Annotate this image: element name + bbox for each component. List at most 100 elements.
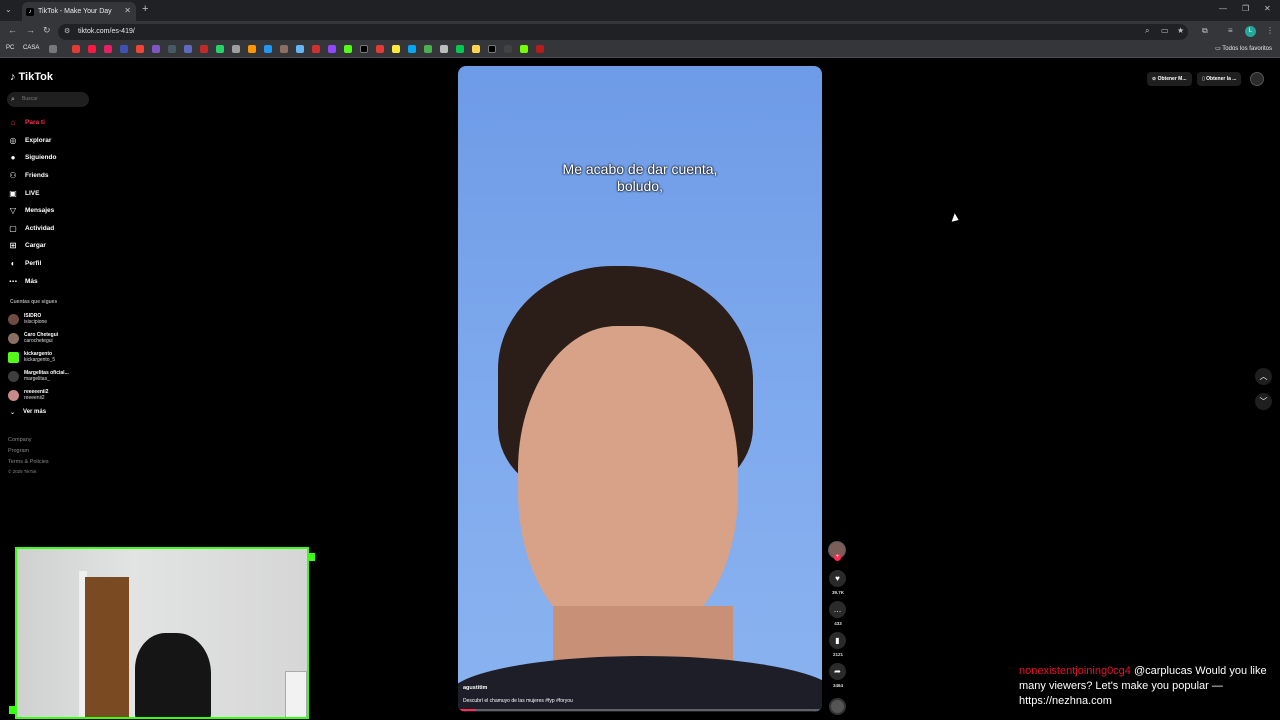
video-player[interactable]: Me acabo de dar cuenta, boludo, agustiti… [458, 66, 822, 712]
following-account[interactable]: reeeeenii2 reeeenii2 [8, 386, 98, 404]
share-count: 3464 [832, 683, 843, 688]
bookmark-icon[interactable] [344, 45, 352, 53]
window-close-icon[interactable]: ✕ [1264, 4, 1271, 13]
tiktok-note-icon: ♪ [10, 71, 16, 83]
bookmark-icon[interactable] [312, 45, 320, 53]
video-description[interactable]: Descubrí el chamuyo de las mujeres #fyp … [463, 698, 573, 704]
nav-label: Mensajes [25, 207, 55, 215]
bookmark-icon[interactable] [424, 45, 432, 53]
share-icon[interactable]: ➦ [829, 663, 846, 680]
next-video-chevron-down-icon[interactable]: ﹀ [1255, 393, 1272, 410]
nav-item-explorar[interactable]: ◎ Explorar [8, 132, 98, 150]
ver-mas-button[interactable]: ⌄ Ver más [10, 409, 46, 416]
following-account[interactable]: Margelitas oficial... margelitas_ [8, 367, 98, 385]
like-heart-icon[interactable]: ♥ [829, 570, 846, 587]
nav-item-mensajes[interactable]: ▽ Mensajes [8, 202, 98, 220]
bookmark-star-icon[interactable]: ★ [1177, 26, 1184, 35]
minimize-icon[interactable]: — [1219, 4, 1227, 13]
bookmark-icon[interactable] [488, 45, 496, 53]
avatar [8, 313, 19, 325]
tiktok-logo[interactable]: ♪ TikTok [10, 71, 53, 83]
nav-item-perfil[interactable]: ◐ Perfil [8, 255, 98, 273]
new-tab-icon[interactable]: + [142, 3, 148, 15]
follow-plus-icon[interactable]: + [834, 554, 841, 561]
bookmark-icon[interactable] [184, 45, 192, 53]
get-app-button[interactable]: ▯ Obtener la ... [1197, 72, 1242, 86]
bookmark-icon[interactable] [216, 45, 224, 53]
bookmark-icon[interactable] [520, 45, 528, 53]
nav-item-live[interactable]: ▣ LIVE [8, 184, 98, 202]
bookmark-icon[interactable] [152, 45, 160, 53]
bookmark-icon[interactable] [504, 45, 512, 53]
following-account[interactable]: ISIDRO isiscipione [8, 310, 98, 328]
bookmark-icon[interactable] [376, 45, 384, 53]
footer-link-terms[interactable]: Terms & Policies [8, 457, 49, 468]
video-progress-bar[interactable] [458, 709, 822, 711]
bookmark-icon[interactable] [168, 45, 176, 53]
bookmark-icon[interactable] [49, 45, 57, 53]
nav-item-para-ti[interactable]: ⌂ Para ti [8, 114, 98, 132]
bookmark-pc[interactable]: PC [6, 45, 14, 51]
zoom-icon[interactable]: ⌕ [1145, 26, 1149, 36]
get-coins-button[interactable]: ⊘ Obtener M... [1147, 72, 1192, 86]
video-username[interactable]: agustitim [463, 685, 487, 691]
tab-search-icon[interactable]: ⌄ [5, 5, 12, 14]
bookmark-icon[interactable] [232, 45, 240, 53]
cast-icon[interactable]: ▭ [1161, 26, 1169, 35]
footer-link-program[interactable]: Program [8, 446, 49, 457]
bookmark-icon[interactable] [264, 45, 272, 53]
all-bookmarks[interactable]: ▭ Todos los favoritos [1215, 45, 1272, 52]
following-account[interactable]: Caro Chetegui carochetegui [8, 329, 98, 347]
nav-item-cargar[interactable]: ⊞ Cargar [8, 237, 98, 255]
nav-item-friends[interactable]: ⚇ Friends [8, 167, 98, 185]
bookmark-icon[interactable] [440, 45, 448, 53]
bookmark-icon[interactable]: ▮ [829, 632, 846, 649]
media-icon[interactable]: ≡ [1228, 26, 1233, 35]
profile-avatar[interactable]: L [1245, 26, 1256, 37]
menu-kebab-icon[interactable]: ⋮ [1266, 26, 1274, 35]
bookmark-icon[interactable] [392, 45, 400, 53]
bookmark-icon[interactable] [104, 45, 112, 53]
reload-icon[interactable]: ↻ [43, 25, 51, 36]
following-account[interactable]: kickargento kickargento_5 [8, 348, 98, 366]
footer-link-company[interactable]: Company [8, 435, 49, 446]
bookmark-icon[interactable] [536, 45, 544, 53]
bookmark-icon[interactable] [456, 45, 464, 53]
video-progress-fill [458, 709, 477, 711]
search-input[interactable]: ⌕ Buscar [7, 92, 89, 107]
user-avatar[interactable] [1250, 72, 1264, 86]
bookmark-icon[interactable] [472, 45, 480, 53]
resize-handle[interactable] [9, 706, 17, 714]
tab-close-icon[interactable]: ✕ [124, 6, 131, 15]
bookmark-icon[interactable] [328, 45, 336, 53]
bookmark-icon[interactable] [360, 45, 368, 53]
comment-icon[interactable]: … [829, 601, 846, 618]
forward-icon[interactable]: → [26, 25, 35, 35]
bookmark-casa[interactable]: CASA [23, 45, 39, 51]
music-disc-icon[interactable] [829, 698, 846, 715]
following-header: Cuentas que sigues [10, 299, 58, 305]
nav-item-siguiendo[interactable]: ● Siguiendo [8, 149, 98, 167]
footer-links: Company Program Terms & Policies © 2025 … [8, 435, 49, 478]
resize-handle[interactable] [307, 553, 315, 561]
bookmark-icon[interactable] [200, 45, 208, 53]
address-bar[interactable]: ⚙ tiktok.com/es-419/ [58, 24, 1188, 40]
nav-item-mas[interactable]: ⋯ Más [8, 272, 98, 290]
bookmark-icon[interactable] [136, 45, 144, 53]
bookmark-icon[interactable] [280, 45, 288, 53]
site-info-icon[interactable]: ⚙ [64, 24, 70, 40]
bookmark-icon[interactable] [120, 45, 128, 53]
restore-icon[interactable]: ❐ [1242, 4, 1249, 13]
browser-toolbar: ← → ↻ ⚙ tiktok.com/es-419/ ⌕ ▭ ★ ⧉ ≡ L ⋮ [0, 21, 1280, 42]
bookmark-icon[interactable] [72, 45, 80, 53]
back-icon[interactable]: ← [8, 25, 17, 35]
bookmark-icon[interactable] [296, 45, 304, 53]
nav-item-actividad[interactable]: ▢ Actividad [8, 220, 98, 238]
bookmark-icon[interactable] [408, 45, 416, 53]
previous-video-chevron-up-icon[interactable]: ︿ [1255, 368, 1272, 385]
extensions-icon[interactable]: ⧉ [1202, 26, 1208, 36]
browser-tab[interactable]: ♪ TikTok - Make Your Day ✕ [22, 2, 136, 21]
bookmark-icon[interactable] [88, 45, 96, 53]
bookmark-icon[interactable] [248, 45, 256, 53]
account-handle: reeeenii2 [24, 395, 45, 401]
